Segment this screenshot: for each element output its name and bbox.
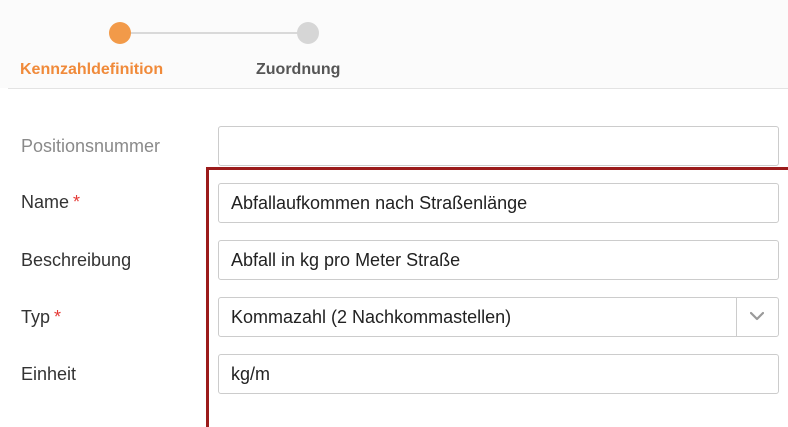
typ-required-marker: * <box>54 307 62 327</box>
positionsnummer-input[interactable] <box>218 126 779 166</box>
typ-label-text: Typ <box>21 307 51 327</box>
name-label-text: Name <box>21 192 70 212</box>
einheit-label: Einheit <box>21 364 77 384</box>
step-2-indicator[interactable] <box>297 22 319 44</box>
typ-select[interactable]: Kommazahl (2 Nachkommastellen) <box>218 297 779 337</box>
typ-select-value: Kommazahl (2 Nachkommastellen) <box>231 307 512 327</box>
wizard-stepper: Kennzahldefinition Zuordnung <box>0 0 788 88</box>
positionsnummer-label: Positionsnummer <box>21 136 161 156</box>
typ-label: Typ * <box>21 307 61 328</box>
einheit-input[interactable]: kg/m <box>218 354 779 394</box>
beschreibung-label: Beschreibung <box>21 250 132 270</box>
beschreibung-input[interactable]: Abfall in kg pro Meter Straße <box>218 240 779 280</box>
step-1-indicator[interactable] <box>109 22 131 44</box>
stepper-connector <box>120 32 310 34</box>
step-label-kennzahldefinition[interactable]: Kennzahldefinition <box>20 61 163 79</box>
beschreibung-input-value: Abfall in kg pro Meter Straße <box>231 250 461 270</box>
step-label-zuordnung[interactable]: Zuordnung <box>256 61 340 79</box>
header-divider <box>8 88 788 89</box>
typ-dropdown-toggle[interactable] <box>736 298 778 336</box>
name-required-marker: * <box>73 192 81 212</box>
name-input-value: Abfallaufkommen nach Straßenlänge <box>231 193 528 213</box>
einheit-input-value: kg/m <box>231 364 271 384</box>
chevron-down-icon <box>750 311 764 321</box>
name-label: Name * <box>21 192 80 213</box>
name-input[interactable]: Abfallaufkommen nach Straßenlänge <box>218 183 779 223</box>
